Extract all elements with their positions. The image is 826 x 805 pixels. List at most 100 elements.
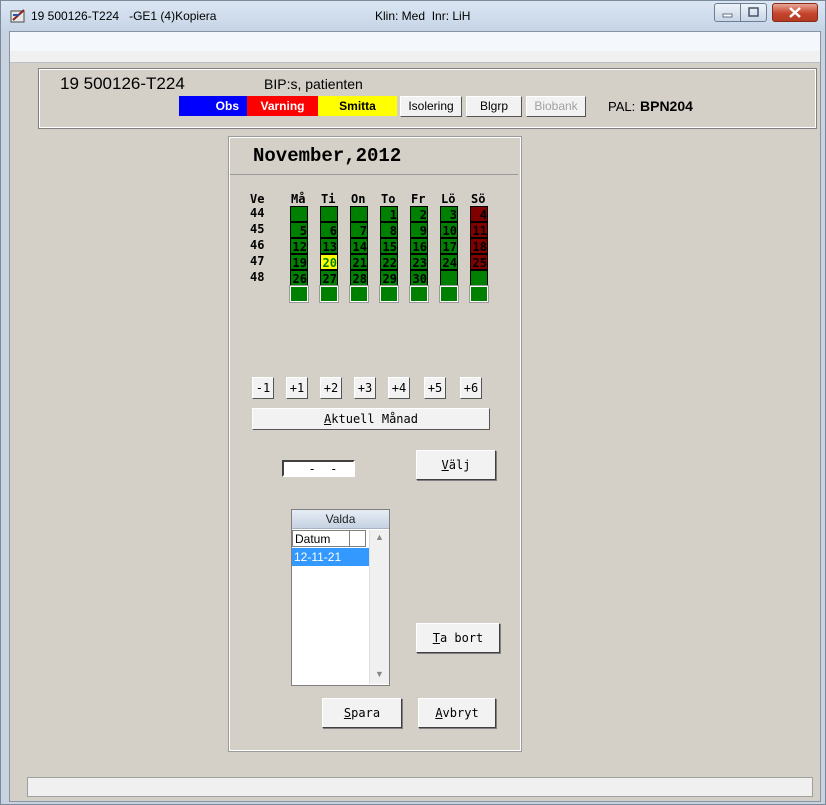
- calendar-day[interactable]: 24: [440, 254, 458, 270]
- client-area: 19 500126-T224 BIP:s, patienten Obs Varn…: [9, 31, 821, 802]
- date-picker-dialog: November,2012 Ve Må Ti On To Fr Lö Sö 44 45 46 47 48…: [228, 136, 522, 752]
- calendar-day[interactable]: 21: [350, 254, 368, 270]
- month-title: November,2012: [230, 138, 518, 175]
- window-title: 19 500126-T224 -GE1 (4)Kopiera: [31, 9, 217, 23]
- calendar-day[interactable]: 26: [290, 270, 308, 286]
- offset-button[interactable]: +4: [388, 377, 410, 399]
- calendar-day[interactable]: 16: [410, 238, 428, 254]
- status-bar: [27, 777, 813, 797]
- calendar-cell-empty[interactable]: [320, 286, 338, 302]
- close-icon: [789, 7, 801, 18]
- save-button[interactable]: Spara: [322, 698, 402, 728]
- calendar-day[interactable]: 14: [350, 238, 368, 254]
- calendar-day[interactable]: 6: [320, 222, 338, 238]
- selected-list-title: Valda: [292, 510, 389, 529]
- current-month-label: Aktuell Månad: [324, 412, 418, 426]
- day-header: Sö: [471, 192, 486, 206]
- offset-button[interactable]: +6: [460, 377, 482, 399]
- calendar-day[interactable]: 22: [380, 254, 398, 270]
- calendar-grid: Ve Må Ti On To Fr Lö Sö 44 45 46 47 48 1 2 3 4 5 6 7 8 9 10 11 1…: [230, 176, 518, 376]
- calendar-day[interactable]: 5: [290, 222, 308, 238]
- pal-value: BPN204: [640, 98, 693, 114]
- toolbar-strip: [10, 51, 820, 63]
- calendar-day[interactable]: 13: [320, 238, 338, 254]
- minimize-button[interactable]: [714, 3, 741, 22]
- calendar-cell-empty[interactable]: [290, 286, 308, 302]
- day-header: Ti: [321, 192, 336, 206]
- calendar-day[interactable]: 29: [380, 270, 398, 286]
- list-scrollbar[interactable]: ▲ ▼: [369, 530, 389, 684]
- remove-button[interactable]: Ta bort: [416, 623, 500, 653]
- title-bar[interactable]: 19 500126-T224 -GE1 (4)Kopiera Klin: Med…: [1, 1, 825, 31]
- day-header: Lö: [441, 192, 456, 206]
- remove-button-label: Ta bort: [432, 631, 484, 645]
- calendar-day[interactable]: 2: [410, 206, 428, 222]
- calendar-day[interactable]: 30: [410, 270, 428, 286]
- patient-name: BIP:s, patienten: [264, 76, 363, 92]
- week-column-header: Ve: [250, 192, 265, 206]
- biobank-button[interactable]: Biobank: [526, 96, 586, 117]
- offset-button[interactable]: +5: [424, 377, 446, 399]
- calendar-day[interactable]: 28: [350, 270, 368, 286]
- calendar-cell-empty[interactable]: [410, 286, 428, 302]
- day-header: Fr: [411, 192, 426, 206]
- calendar-cell-empty[interactable]: [320, 206, 338, 222]
- calendar-day[interactable]: 7: [350, 222, 368, 238]
- varning-flag[interactable]: Varning: [247, 96, 318, 116]
- calendar-day[interactable]: 17: [440, 238, 458, 254]
- calendar-cell-empty[interactable]: [290, 206, 308, 222]
- calendar-day[interactable]: 12: [290, 238, 308, 254]
- calendar-day[interactable]: 11: [470, 222, 488, 238]
- calendar-day[interactable]: 3: [440, 206, 458, 222]
- calendar-day[interactable]: 1: [380, 206, 398, 222]
- pal-label: PAL:: [608, 99, 636, 114]
- cancel-button[interactable]: Avbryt: [418, 698, 496, 728]
- app-window: 19 500126-T224 -GE1 (4)Kopiera Klin: Med…: [0, 0, 826, 805]
- calendar-cell-empty[interactable]: [470, 286, 488, 302]
- patient-id: 19 500126-T224: [60, 74, 185, 93]
- calendar-day[interactable]: 10: [440, 222, 458, 238]
- close-button[interactable]: [772, 3, 818, 22]
- isolering-button[interactable]: Isolering: [400, 96, 462, 117]
- calendar-day[interactable]: 25: [470, 254, 488, 270]
- offset-button[interactable]: -1: [252, 377, 274, 399]
- column-header-spacer: [350, 530, 366, 547]
- calendar-day[interactable]: 27: [320, 270, 338, 286]
- offset-button[interactable]: +3: [354, 377, 376, 399]
- calendar-day[interactable]: 15: [380, 238, 398, 254]
- offset-button[interactable]: +2: [320, 377, 342, 399]
- patient-header: 19 500126-T224 BIP:s, patienten Obs Varn…: [38, 68, 817, 129]
- calendar-day[interactable]: 20: [320, 254, 338, 270]
- obs-flag[interactable]: Obs: [179, 96, 247, 116]
- blgrp-button[interactable]: Blgrp: [466, 96, 522, 117]
- calendar-day[interactable]: 4: [470, 206, 488, 222]
- offset-button[interactable]: +1: [286, 377, 308, 399]
- list-item[interactable]: 12-11-21: [292, 548, 369, 566]
- calendar-day[interactable]: 23: [410, 254, 428, 270]
- scroll-down-icon[interactable]: ▼: [375, 669, 384, 679]
- calendar-day[interactable]: 18: [470, 238, 488, 254]
- datum-column-header[interactable]: Datum: [292, 530, 350, 547]
- minimize-icon: [722, 13, 733, 18]
- selected-dates-list: Valda Datum 12-11-21 ▲ ▼: [291, 509, 390, 686]
- calendar-cell-empty[interactable]: [470, 270, 488, 286]
- date-input[interactable]: - -: [282, 460, 355, 477]
- calendar-cell-empty[interactable]: [440, 270, 458, 286]
- week-number: 47: [250, 254, 265, 268]
- current-month-button[interactable]: Aktuell Månad: [252, 408, 490, 430]
- calendar-cell-empty[interactable]: [380, 286, 398, 302]
- scroll-up-icon[interactable]: ▲: [375, 532, 384, 542]
- select-button[interactable]: Välj: [416, 450, 496, 480]
- calendar-day[interactable]: 8: [380, 222, 398, 238]
- calendar-day[interactable]: 19: [290, 254, 308, 270]
- calendar-cell-empty[interactable]: [350, 206, 368, 222]
- select-button-label: Välj: [441, 458, 471, 472]
- calendar-day[interactable]: 9: [410, 222, 428, 238]
- calendar-cell-empty[interactable]: [350, 286, 368, 302]
- calendar-cell-empty[interactable]: [440, 286, 458, 302]
- day-header: Må: [291, 192, 306, 206]
- week-number: 45: [250, 222, 265, 236]
- week-number: 44: [250, 206, 265, 220]
- smitta-flag[interactable]: Smitta: [318, 96, 397, 116]
- maximize-button[interactable]: [740, 3, 767, 22]
